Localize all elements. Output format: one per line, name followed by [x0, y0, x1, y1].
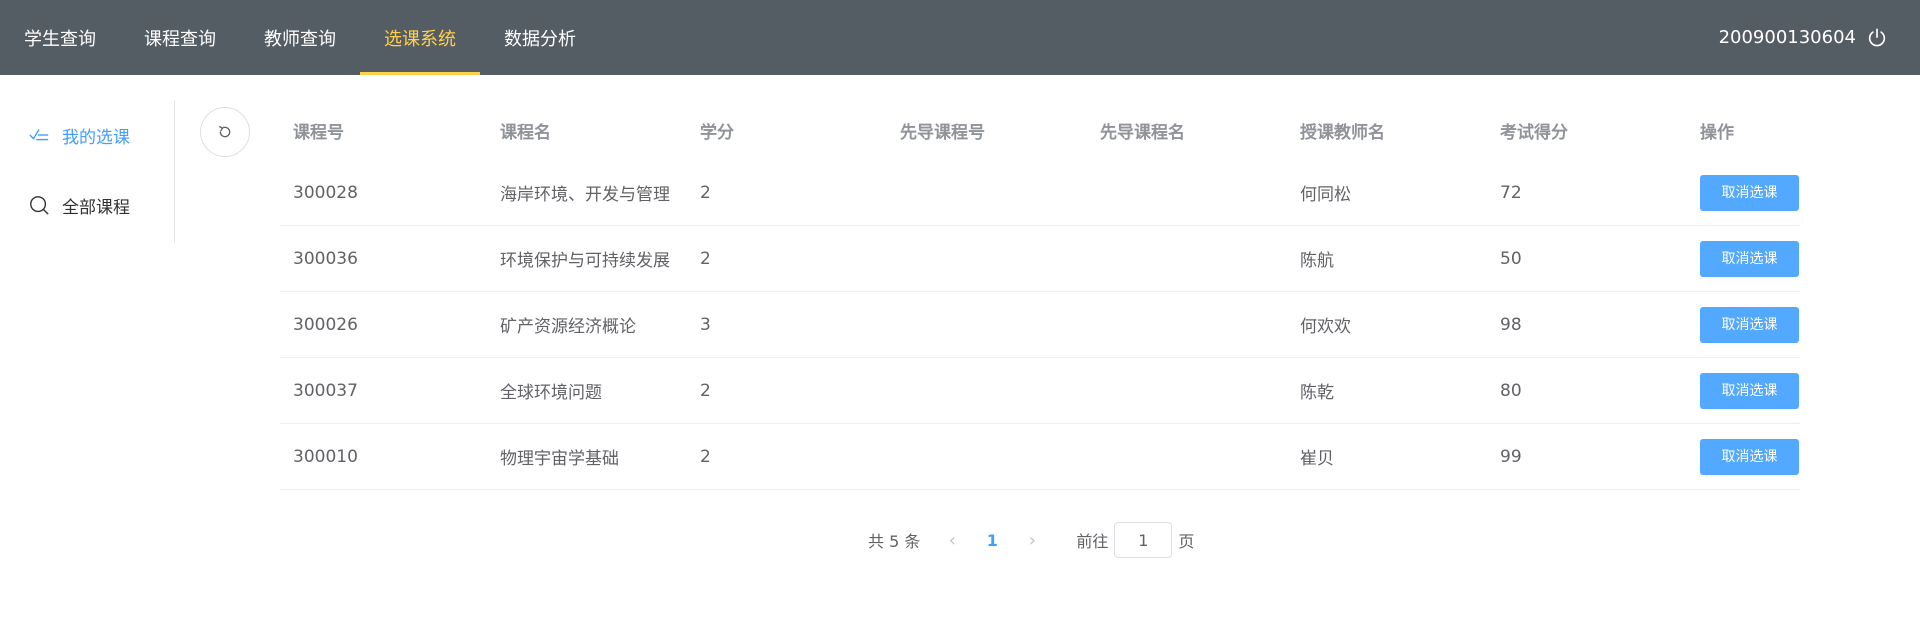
refresh-icon [219, 126, 231, 138]
sidebar-item-label: 全部课程 [62, 197, 130, 218]
table-row: 300036 环境保护与可持续发展 2 陈航 50 取消选课 [280, 226, 1800, 292]
header-score: 考试得分 [1500, 122, 1568, 143]
header-prereq-id: 先导课程号 [900, 122, 985, 143]
cell-teacher: 何欢欢 [1300, 317, 1351, 337]
cell-teacher: 崔贝 [1300, 449, 1334, 469]
cancel-selection-button[interactable]: 取消选课 [1700, 372, 1799, 409]
top-navbar: 学生查询 课程查询 教师查询 选课系统 数据分析 200900130604 [0, 0, 1920, 75]
chevron-right-icon: › [1028, 529, 1036, 551]
table-row: 300028 海岸环境、开发与管理 2 何同松 72 取消选课 [280, 160, 1800, 226]
user-area: 200900130604 [1719, 0, 1888, 75]
cell-score: 50 [1500, 248, 1522, 269]
cell-score: 99 [1500, 446, 1522, 467]
power-icon[interactable] [1866, 27, 1888, 49]
sidebar-item-label: 我的选课 [62, 127, 130, 148]
cell-action: 取消选课 [1687, 306, 1800, 343]
sidebar: 我的选课 全部课程 [0, 100, 175, 243]
cell-action: 取消选课 [1687, 240, 1800, 277]
prev-page-button[interactable]: ‹ [938, 530, 966, 551]
nav-item-label: 教师查询 [264, 28, 336, 50]
nav-item-data-analysis[interactable]: 数据分析 [480, 0, 600, 75]
cell-course-name: 海岸环境、开发与管理 [500, 185, 670, 205]
goto-label: 前往 [1076, 532, 1109, 551]
cell-course-name: 全球环境问题 [500, 383, 602, 403]
cancel-selection-button[interactable]: 取消选课 [1700, 240, 1799, 277]
cell-credit: 2 [700, 380, 711, 401]
pagination-total: 共 5 条 [868, 532, 921, 551]
table-row: 300010 物理宇宙学基础 2 崔贝 99 取消选课 [280, 424, 1800, 490]
sidebar-item-my-courses[interactable]: 我的选课 [0, 100, 174, 170]
nav-item-course-query[interactable]: 课程查询 [120, 0, 240, 75]
main-nav: 学生查询 课程查询 教师查询 选课系统 数据分析 [0, 0, 600, 75]
nav-item-student-query[interactable]: 学生查询 [0, 0, 120, 75]
nav-item-teacher-query[interactable]: 教师查询 [240, 0, 360, 75]
user-id: 200900130604 [1718, 27, 1856, 48]
header-course-name: 课程名 [500, 122, 551, 143]
goto-page-input[interactable] [1114, 522, 1173, 558]
header-course-id: 课程号 [293, 122, 344, 143]
cell-teacher: 陈乾 [1300, 383, 1334, 403]
table-row: 300026 矿产资源经济概论 3 何欢欢 98 取消选课 [280, 292, 1800, 358]
header-prereq-name: 先导课程名 [1100, 122, 1185, 143]
chevron-left-icon: ‹ [948, 529, 956, 551]
cell-score: 72 [1500, 182, 1522, 203]
cell-course-id: 300036 [293, 248, 358, 269]
course-table: 课程号 课程名 学分 先导课程号 先导课程名 授课教师名 考试得分 操作 300… [280, 100, 1800, 490]
cell-course-name: 环境保护与可持续发展 [500, 251, 670, 271]
header-action: 操作 [1700, 122, 1734, 143]
header-teacher: 授课教师名 [1300, 122, 1385, 143]
table-row: 300037 全球环境问题 2 陈乾 80 取消选课 [280, 358, 1800, 424]
cell-course-name: 物理宇宙学基础 [500, 449, 619, 469]
refresh-button[interactable] [200, 107, 250, 157]
cell-course-id: 300010 [293, 446, 358, 467]
table-header: 课程号 课程名 学分 先导课程号 先导课程名 授课教师名 考试得分 操作 [280, 100, 1800, 160]
pagination: 共 5 条 ‹ 1 › 前往 页 [868, 522, 1194, 558]
cell-score: 98 [1500, 314, 1522, 335]
cell-action: 取消选课 [1687, 438, 1800, 475]
goto-suffix: 页 [1178, 532, 1195, 551]
cell-teacher: 陈航 [1300, 251, 1334, 271]
nav-item-label: 学生查询 [24, 28, 96, 50]
checklist-icon [29, 129, 49, 141]
page-number-current[interactable]: 1 [966, 531, 1018, 550]
nav-item-course-selection[interactable]: 选课系统 [360, 0, 480, 75]
cell-credit: 2 [700, 248, 711, 269]
next-page-button[interactable]: › [1018, 530, 1046, 551]
cell-credit: 2 [700, 182, 711, 203]
nav-item-label: 选课系统 [384, 28, 456, 50]
cancel-selection-button[interactable]: 取消选课 [1700, 438, 1799, 475]
cell-course-id: 300026 [293, 314, 358, 335]
search-icon [30, 196, 49, 215]
header-credit: 学分 [700, 122, 734, 143]
cell-course-id: 300037 [293, 380, 358, 401]
nav-item-label: 课程查询 [144, 28, 216, 50]
cancel-selection-button[interactable]: 取消选课 [1700, 306, 1799, 343]
cell-action: 取消选课 [1687, 372, 1800, 409]
cell-credit: 3 [700, 314, 711, 335]
cancel-selection-button[interactable]: 取消选课 [1700, 174, 1799, 211]
cell-credit: 2 [700, 446, 711, 467]
cell-score: 80 [1500, 380, 1522, 401]
cell-course-name: 矿产资源经济概论 [500, 317, 636, 337]
cell-teacher: 何同松 [1300, 185, 1351, 205]
cell-action: 取消选课 [1687, 174, 1800, 211]
sidebar-item-all-courses[interactable]: 全部课程 [0, 170, 174, 240]
nav-item-label: 数据分析 [504, 28, 576, 50]
cell-course-id: 300028 [293, 182, 358, 203]
